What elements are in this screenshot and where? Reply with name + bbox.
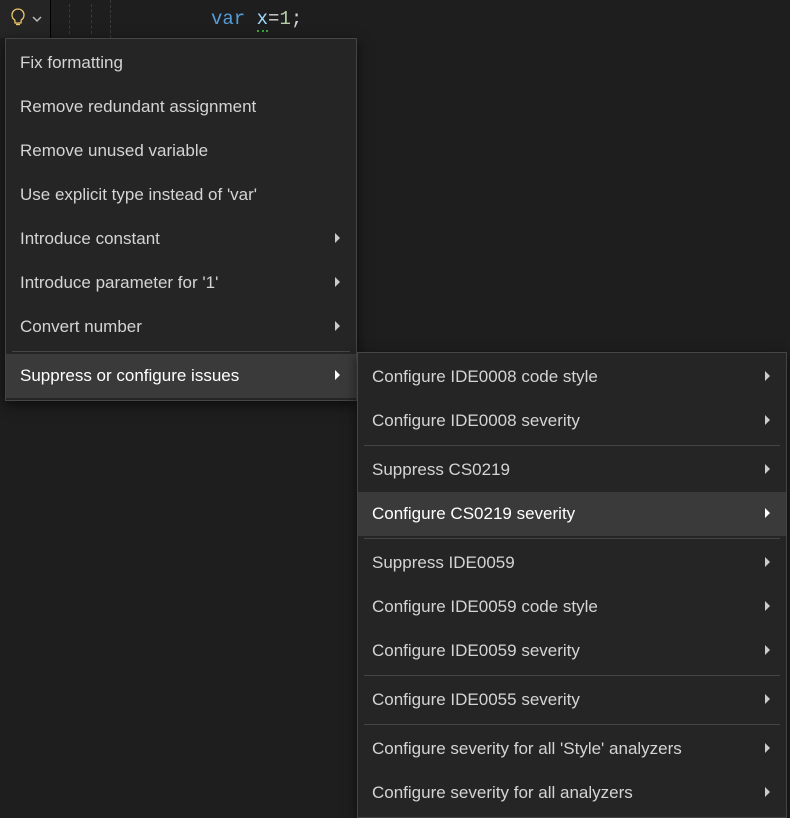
chevron-right-icon	[762, 641, 772, 661]
chevron-right-icon	[762, 690, 772, 710]
menu-separator	[364, 538, 780, 539]
chevron-right-icon	[762, 553, 772, 573]
quick-actions-menu: Fix formatting Remove redundant assignmen…	[5, 38, 357, 401]
menu-item[interactable]: Configure IDE0059 severity	[358, 629, 786, 673]
menu-item-label: Convert number	[20, 317, 142, 337]
menu-item-label: Configure severity for all analyzers	[372, 783, 633, 803]
menu-item-label: Introduce constant	[20, 229, 160, 249]
chevron-right-icon	[762, 783, 772, 803]
chevron-right-icon	[332, 229, 342, 249]
menu-item-label: Use explicit type instead of 'var'	[20, 185, 257, 205]
menu-separator	[12, 351, 350, 352]
menu-separator	[364, 445, 780, 446]
menu-item[interactable]: Configure severity for all analyzers	[358, 771, 786, 815]
menu-item[interactable]: Remove unused variable	[6, 129, 356, 173]
menu-item[interactable]: Suppress CS0219	[358, 448, 786, 492]
menu-separator	[364, 675, 780, 676]
menu-item[interactable]: Configure IDE0055 severity	[358, 678, 786, 722]
menu-item-label: Remove redundant assignment	[20, 97, 256, 117]
menu-item-label: Configure CS0219 severity	[372, 504, 575, 524]
menu-item[interactable]: Use explicit type instead of 'var'	[6, 173, 356, 217]
editor-top-bar: var x = 1 ;	[0, 0, 790, 38]
quick-actions-button[interactable]	[0, 0, 51, 38]
editor-gutter	[51, 0, 111, 38]
menu-item[interactable]: Configure IDE0059 code style	[358, 585, 786, 629]
menu-item-label: Introduce parameter for '1'	[20, 273, 218, 293]
menu-item-label: Fix formatting	[20, 53, 123, 73]
menu-item[interactable]: Remove redundant assignment	[6, 85, 356, 129]
chevron-right-icon	[762, 460, 772, 480]
chevron-right-icon	[332, 366, 342, 386]
menu-item[interactable]: Configure IDE0008 code style	[358, 355, 786, 399]
menu-item[interactable]: Configure IDE0008 severity	[358, 399, 786, 443]
chevron-right-icon	[762, 367, 772, 387]
code-line[interactable]: var x = 1 ;	[111, 0, 302, 38]
code-identifier: x	[257, 8, 268, 30]
menu-item-label: Suppress CS0219	[372, 460, 510, 480]
menu-item-label: Remove unused variable	[20, 141, 208, 161]
code-keyword: var	[211, 8, 245, 30]
caret-down-icon	[32, 9, 42, 29]
menu-item[interactable]: Configure CS0219 severity	[358, 492, 786, 536]
chevron-right-icon	[762, 597, 772, 617]
menu-item-label: Configure IDE0008 severity	[372, 411, 580, 431]
code-operator: =	[268, 8, 279, 30]
menu-item-label: Configure severity for all 'Style' analy…	[372, 739, 682, 759]
menu-item-label: Configure IDE0055 severity	[372, 690, 580, 710]
menu-item[interactable]: Fix formatting	[6, 41, 356, 85]
chevron-right-icon	[762, 739, 772, 759]
menu-item[interactable]: Suppress or configure issues	[6, 354, 356, 398]
chevron-right-icon	[332, 273, 342, 293]
chevron-right-icon	[332, 317, 342, 337]
menu-item-label: Configure IDE0059 code style	[372, 597, 598, 617]
suppress-configure-submenu: Configure IDE0008 code style Configure ID…	[357, 352, 787, 818]
menu-item[interactable]: Configure severity for all 'Style' analy…	[358, 727, 786, 771]
menu-item[interactable]: Introduce parameter for '1'	[6, 261, 356, 305]
code-terminator: ;	[291, 8, 302, 30]
menu-separator	[364, 724, 780, 725]
code-number: 1	[279, 8, 290, 30]
menu-item-label: Suppress or configure issues	[20, 366, 239, 386]
menu-item-label: Configure IDE0008 code style	[372, 367, 598, 387]
menu-item-label: Configure IDE0059 severity	[372, 641, 580, 661]
lightbulb-icon	[8, 7, 28, 32]
chevron-right-icon	[762, 411, 772, 431]
menu-item-label: Suppress IDE0059	[372, 553, 515, 573]
menu-item[interactable]: Suppress IDE0059	[358, 541, 786, 585]
chevron-right-icon	[762, 504, 772, 524]
menu-item[interactable]: Introduce constant	[6, 217, 356, 261]
menu-item[interactable]: Convert number	[6, 305, 356, 349]
